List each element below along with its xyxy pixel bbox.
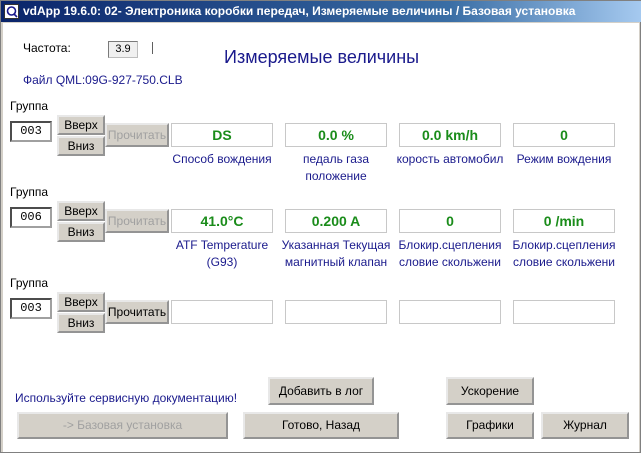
measured-value-label: Способ вождения xyxy=(172,152,272,166)
measured-value: 0.0 % xyxy=(285,123,387,147)
measured-value-label: словие скольжени xyxy=(399,255,501,269)
measured-value-label: Блокир.сцепления xyxy=(398,238,502,252)
measured-value-label: Режим вождения xyxy=(516,152,612,166)
basic-setting-button[interactable]: -> Базовая установка xyxy=(17,412,228,439)
measured-value-label: Указанная Текущая xyxy=(281,238,391,252)
group-number-input[interactable]: 003 xyxy=(10,121,52,142)
group-down-button[interactable]: Вниз xyxy=(57,222,105,242)
measured-value-label: Блокир.сцепления xyxy=(512,238,616,252)
client-area: Частота: 3.9 Измеряемые величины Файл QM… xyxy=(3,23,639,452)
graphs-button[interactable]: Графики xyxy=(446,412,534,439)
group-up-button[interactable]: Вверх xyxy=(57,201,105,221)
group-down-button[interactable]: Вниз xyxy=(57,136,105,156)
measured-value: 0.200 A xyxy=(285,209,387,233)
group-up-button[interactable]: Вверх xyxy=(57,292,105,312)
measured-value-label: педаль газа xyxy=(303,152,369,166)
group-read-button[interactable]: Прочитать xyxy=(105,123,169,147)
page-title: Измеряемые величины xyxy=(224,47,420,67)
measured-value: 0.0 km/h xyxy=(399,123,501,147)
title-bar[interactable]: vdApp 19.6.0: 02- Электроника коробки пе… xyxy=(1,1,641,22)
file-label: Файл QML:09G-927-750.CLB xyxy=(23,73,183,87)
measured-value-label: (G93) xyxy=(206,255,238,269)
measured-value-label: магнитный клапан xyxy=(284,255,388,269)
acceleration-button[interactable]: Ускорение xyxy=(446,377,534,405)
group-label: Группа xyxy=(10,276,49,290)
group-read-button[interactable]: Прочитать xyxy=(105,209,169,233)
group-down-button[interactable]: Вниз xyxy=(57,313,105,333)
done-back-button[interactable]: Готово, Назад xyxy=(243,412,399,439)
measured-value: DS xyxy=(171,123,273,147)
group-number-input[interactable]: 003 xyxy=(10,298,52,319)
group-label: Группа xyxy=(10,99,49,113)
measured-value: 0 xyxy=(399,209,501,233)
measured-value: 0 xyxy=(513,123,615,147)
frequency-label: Частота: xyxy=(23,41,71,55)
service-doc-text: Используйте сервисную документацию! xyxy=(15,391,238,405)
app-icon xyxy=(4,4,19,19)
measured-value-label: положение xyxy=(305,169,367,183)
journal-button[interactable]: Журнал xyxy=(541,412,629,439)
measured-value xyxy=(171,300,273,324)
app-window: vdApp 19.6.0: 02- Электроника коробки пе… xyxy=(0,0,641,453)
group-up-button[interactable]: Вверх xyxy=(57,115,105,135)
frequency-value: 3.9 xyxy=(108,41,138,58)
measured-value: 41.0°C xyxy=(171,209,273,233)
group-label: Группа xyxy=(10,185,49,199)
measured-value-label: корость автомобил xyxy=(396,152,504,166)
measured-value-label: ATF Temperature xyxy=(175,238,269,252)
window-title: vdApp 19.6.0: 02- Электроника коробки пе… xyxy=(23,4,576,18)
measured-value xyxy=(399,300,501,324)
frequency-indicator xyxy=(152,42,153,54)
measured-value xyxy=(285,300,387,324)
add-to-log-button[interactable]: Добавить в лог xyxy=(268,377,374,405)
group-number-input[interactable]: 006 xyxy=(10,207,52,228)
group-read-button[interactable]: Прочитать xyxy=(105,300,169,324)
measured-value: 0 /min xyxy=(513,209,615,233)
measured-value xyxy=(513,300,615,324)
measured-value-label: словие скольжени xyxy=(513,255,615,269)
